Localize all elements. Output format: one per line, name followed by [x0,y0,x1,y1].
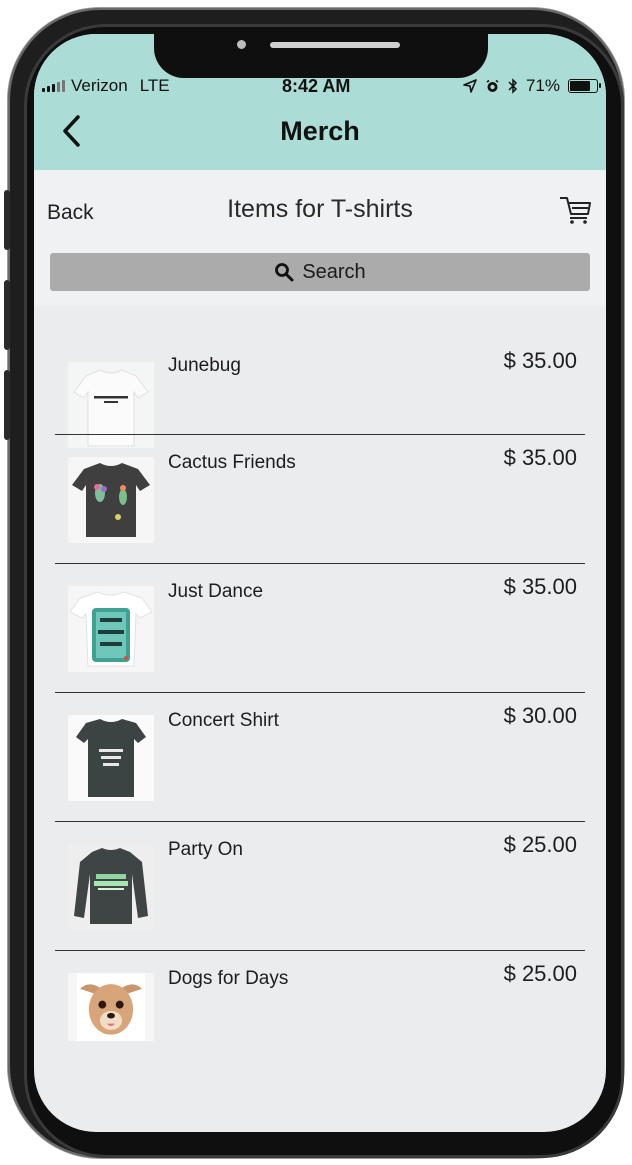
signal-icon [42,80,65,92]
list-item[interactable]: Just Dance $ 35.00 [34,564,606,693]
nav-bar: Merch [34,110,606,160]
page-title: Merch [280,116,360,146]
phone-side-button [4,280,10,350]
alarm-icon [486,79,499,92]
location-icon [463,79,477,93]
cart-icon[interactable] [558,192,592,226]
product-thumbnail [68,844,154,930]
notch [154,34,488,78]
sub-header: Back Items for T-shirts Search [34,170,606,306]
status-bar: Verizon LTE 8:42 AM 71% [34,76,606,100]
phone-screen: Verizon LTE 8:42 AM 71% Merch Back Items… [34,34,606,1132]
product-thumbnail [68,715,154,801]
battery-percent: 71% [525,76,560,95]
list-item[interactable]: Cactus Friends $ 35.00 [34,435,606,564]
phone-side-button [4,190,10,250]
item-price: $ 35.00 [503,348,577,373]
item-price: $ 25.00 [503,961,577,986]
item-list: Junebug $ 35.00 Cactus Friends $ 35.00 J… [34,306,606,1080]
list-item[interactable]: Junebug $ 35.00 [34,306,606,448]
item-name: Dogs for Days [168,968,289,989]
list-item[interactable]: Concert Shirt $ 30.00 [34,693,606,822]
carrier-info: Verizon LTE [42,76,170,96]
carrier-name: Verizon [71,76,128,95]
list-item[interactable]: Party On $ 25.00 [34,822,606,951]
status-time: 8:42 AM [282,76,351,96]
battery-icon [568,79,601,93]
phone-side-button [4,370,10,440]
product-thumbnail [68,973,154,1041]
item-name: Cactus Friends [168,452,296,473]
item-price: $ 35.00 [503,574,577,599]
bluetooth-icon [508,78,518,94]
speaker-grill [270,42,400,48]
product-thumbnail [68,457,154,543]
section-heading: Items for T-shirts [227,195,413,223]
item-price: $ 25.00 [503,832,577,857]
item-price: $ 35.00 [503,445,577,470]
search-bar[interactable]: Search [50,253,590,291]
item-name: Just Dance [168,581,264,602]
list-item[interactable]: Dogs for Days $ 25.00 [34,951,606,1080]
item-name: Concert Shirt [168,710,279,731]
item-name: Party On [168,839,243,860]
item-price: $ 30.00 [503,703,577,728]
search-icon [275,263,294,282]
camera-dot [237,40,246,49]
network-type: LTE [139,76,170,95]
top-bar: Verizon LTE 8:42 AM 71% Merch [34,34,606,170]
search-label: Search [302,260,366,283]
status-icons: 71% [463,76,601,96]
item-name: Junebug [168,355,241,376]
product-thumbnail [68,586,154,672]
